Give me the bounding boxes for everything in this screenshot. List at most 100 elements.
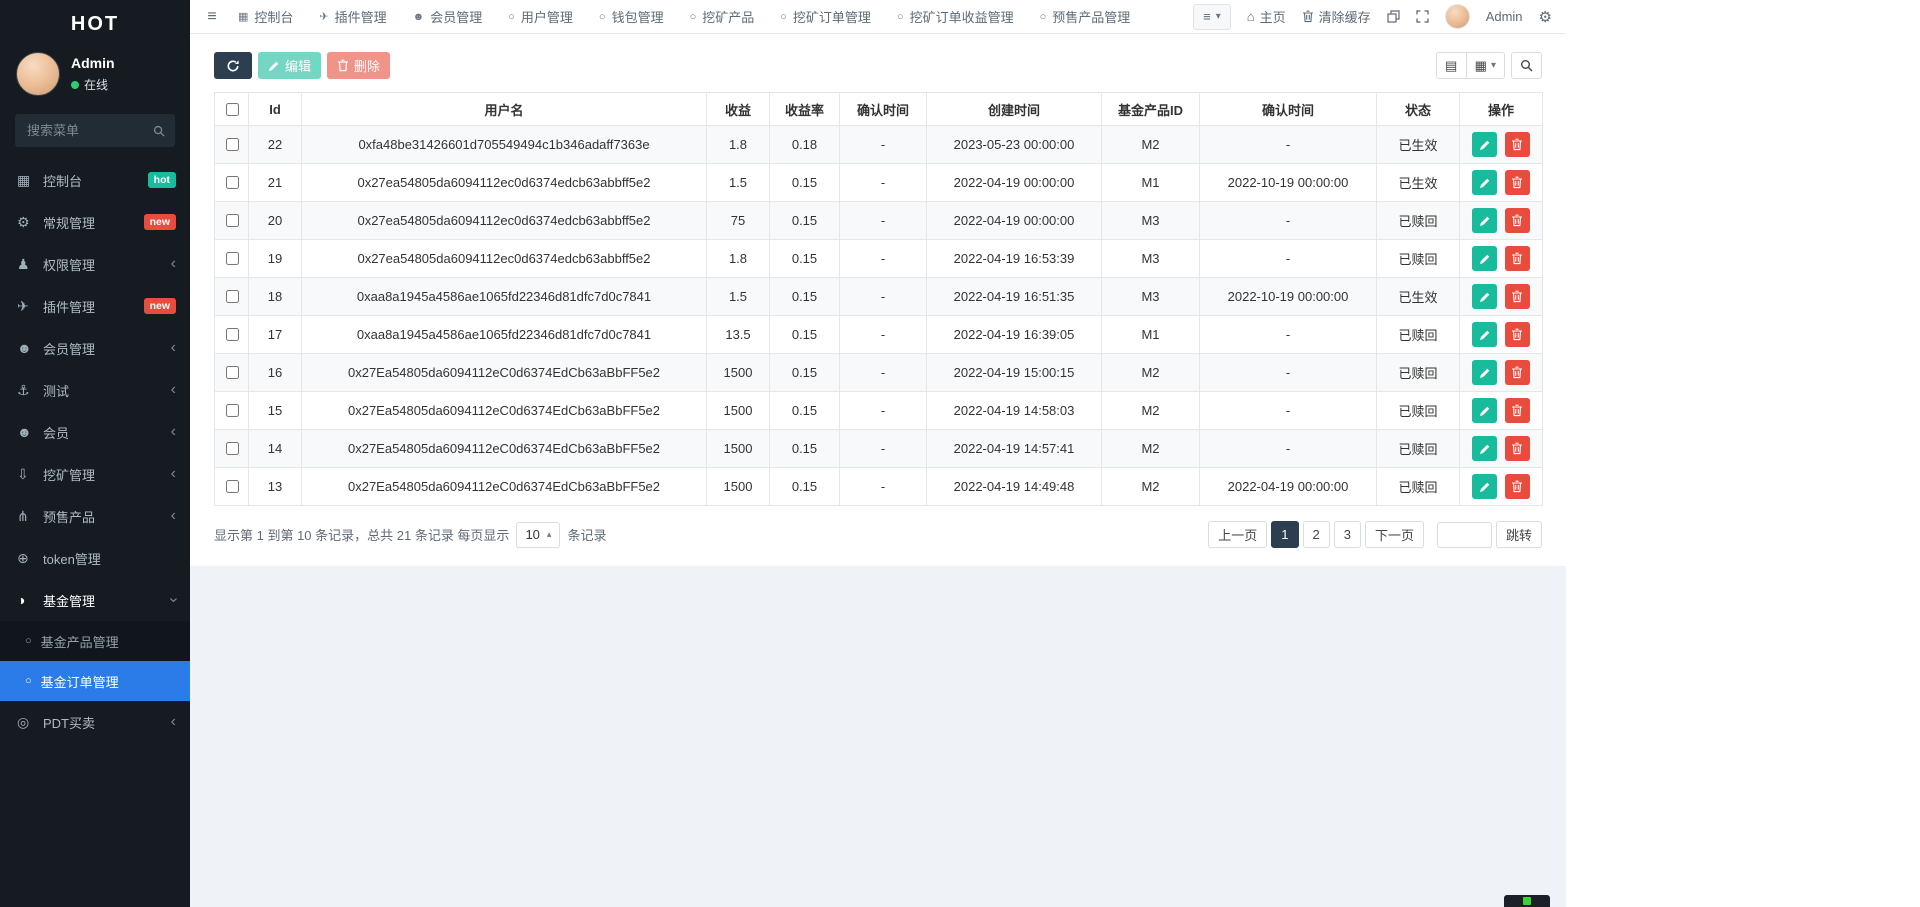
- row-checkbox[interactable]: [226, 214, 239, 227]
- page-button-2[interactable]: 2: [1303, 521, 1330, 548]
- row-edit-button[interactable]: [1472, 474, 1497, 499]
- row-edit-button[interactable]: [1472, 360, 1497, 385]
- trash-icon: [1511, 214, 1523, 227]
- sidebar-item-plugins[interactable]: ✈ 插件管理 new: [0, 285, 190, 327]
- pencil-icon: [1479, 367, 1491, 379]
- next-page-button[interactable]: 下一页: [1365, 521, 1424, 548]
- table-row: 14 0x27Ea54805da6094112eC0d6374EdCb63aBb…: [215, 430, 1543, 468]
- menu-search-input[interactable]: [25, 122, 147, 139]
- row-checkbox[interactable]: [226, 328, 239, 341]
- sidebar-item-presale[interactable]: ⋔ 预售产品 ‹: [0, 495, 190, 537]
- row-delete-button[interactable]: [1505, 436, 1530, 461]
- row-edit-button[interactable]: [1472, 246, 1497, 271]
- pencil-icon: [268, 60, 280, 72]
- page-button-1[interactable]: 1: [1271, 521, 1298, 548]
- edit-button[interactable]: 编辑: [258, 52, 321, 79]
- topbar-avatar[interactable]: [1445, 4, 1470, 29]
- row-checkbox[interactable]: [226, 252, 239, 265]
- sidebar-item-test[interactable]: ⚓ 测试 ‹: [0, 369, 190, 411]
- content-area: 编辑 删除 ▤ ▦▾: [190, 34, 1566, 907]
- page-size-select[interactable]: 10 ▴: [516, 522, 560, 548]
- gear-icon[interactable]: ⚙: [1539, 8, 1552, 26]
- sidebar-item-console[interactable]: ▦ 控制台 hot: [0, 159, 190, 201]
- chevron-down-icon: ‹: [165, 597, 181, 602]
- row-edit-button[interactable]: [1472, 170, 1497, 195]
- sidebar-subitem-fund-orders[interactable]: ○ 基金订单管理: [0, 661, 190, 701]
- select-all-checkbox[interactable]: [226, 103, 239, 116]
- tab-wallet-management[interactable]: ○钱包管理: [599, 7, 664, 26]
- row-delete-button[interactable]: [1505, 170, 1530, 195]
- row-checkbox[interactable]: [226, 480, 239, 493]
- plugin-icon: ✈: [319, 10, 328, 23]
- delete-button[interactable]: 删除: [327, 52, 390, 79]
- card-view-button[interactable]: ▤: [1436, 52, 1467, 79]
- column-header-created-time: 创建时间: [927, 93, 1102, 126]
- chevron-left-icon: ‹: [171, 466, 176, 482]
- sidebar-item-label: token管理: [43, 549, 176, 568]
- trash-icon: [1511, 252, 1523, 265]
- gear-icon: ⚙: [17, 214, 43, 231]
- window-restore-icon[interactable]: [1387, 10, 1400, 23]
- row-delete-button[interactable]: [1505, 208, 1530, 233]
- page-button-3[interactable]: 3: [1334, 521, 1361, 548]
- home-link[interactable]: ⌂ 主页: [1247, 7, 1286, 26]
- row-delete-button[interactable]: [1505, 246, 1530, 271]
- row-checkbox[interactable]: [226, 138, 239, 151]
- prev-page-button[interactable]: 上一页: [1208, 521, 1267, 548]
- topbar-username[interactable]: Admin: [1486, 9, 1523, 24]
- row-delete-button[interactable]: [1505, 398, 1530, 423]
- sidebar-subitem-fund-products[interactable]: ○ 基金产品管理: [0, 621, 190, 661]
- sidebar-item-label: PDT买卖: [43, 713, 171, 732]
- row-edit-button[interactable]: [1472, 208, 1497, 233]
- app-logo[interactable]: HOT: [0, 0, 190, 48]
- tab-user-management[interactable]: ○用户管理: [508, 7, 573, 26]
- jump-button[interactable]: 跳转: [1496, 521, 1542, 548]
- tab-mining-products[interactable]: ○挖矿产品: [690, 7, 755, 26]
- tab-plugin-management[interactable]: ✈插件管理: [319, 7, 386, 26]
- sidebar-item-general[interactable]: ⚙ 常规管理 new: [0, 201, 190, 243]
- sidebar-toggle-icon[interactable]: ≡: [190, 8, 234, 26]
- row-checkbox[interactable]: [226, 404, 239, 417]
- sidebar-item-member[interactable]: ☻ 会员 ‹: [0, 411, 190, 453]
- tab-console[interactable]: ▦控制台: [238, 7, 293, 26]
- row-delete-button[interactable]: [1505, 284, 1530, 309]
- refresh-button[interactable]: [214, 52, 252, 79]
- cell-confirm-time: -: [840, 164, 927, 202]
- row-edit-button[interactable]: [1472, 436, 1497, 461]
- fullscreen-icon[interactable]: [1416, 10, 1429, 23]
- row-delete-button[interactable]: [1505, 322, 1530, 347]
- page-jump-input[interactable]: [1437, 522, 1492, 548]
- sidebar-item-mining[interactable]: ⇩ 挖矿管理 ‹: [0, 453, 190, 495]
- tab-label: 控制台: [254, 7, 293, 26]
- table-row: 18 0xaa8a1945a4586ae1065fd22346d81dfc7d0…: [215, 278, 1543, 316]
- row-checkbox[interactable]: [226, 176, 239, 189]
- debug-icon: [1523, 897, 1531, 905]
- sidebar-item-permissions[interactable]: ♟ 权限管理 ‹: [0, 243, 190, 285]
- layout-dropdown[interactable]: ≡ ▾: [1193, 4, 1231, 30]
- row-edit-button[interactable]: [1472, 398, 1497, 423]
- clear-cache-button[interactable]: 清除缓存: [1302, 7, 1371, 26]
- sidebar-item-funds[interactable]: ◑ 基金管理 ‹: [0, 579, 190, 621]
- row-edit-button[interactable]: [1472, 322, 1497, 347]
- sidebar-item-members[interactable]: ☻ 会员管理 ‹: [0, 327, 190, 369]
- search-toggle-button[interactable]: [1511, 52, 1542, 79]
- sidebar-item-pdt[interactable]: ◎ PDT买卖 ‹: [0, 701, 190, 743]
- row-delete-button[interactable]: [1505, 132, 1530, 157]
- row-delete-button[interactable]: [1505, 474, 1530, 499]
- tab-label: 挖矿订单收益管理: [910, 7, 1014, 26]
- tab-member-management[interactable]: ☻会员管理: [413, 7, 483, 26]
- sidebar-item-token[interactable]: ⊕ token管理: [0, 537, 190, 579]
- tab-mining-order-income[interactable]: ○挖矿订单收益管理: [897, 7, 1014, 26]
- row-checkbox[interactable]: [226, 442, 239, 455]
- tab-presale-products[interactable]: ○预售产品管理: [1040, 7, 1131, 26]
- sidebar-avatar[interactable]: [16, 52, 60, 96]
- row-checkbox[interactable]: [226, 290, 239, 303]
- tab-mining-orders[interactable]: ○挖矿订单管理: [780, 7, 871, 26]
- columns-dropdown-button[interactable]: ▦▾: [1467, 52, 1505, 79]
- row-edit-button[interactable]: [1472, 132, 1497, 157]
- row-edit-button[interactable]: [1472, 284, 1497, 309]
- cell-created-time: 2022-04-19 16:51:35: [927, 278, 1102, 316]
- debug-bar[interactable]: [1504, 895, 1550, 907]
- row-delete-button[interactable]: [1505, 360, 1530, 385]
- row-checkbox[interactable]: [226, 366, 239, 379]
